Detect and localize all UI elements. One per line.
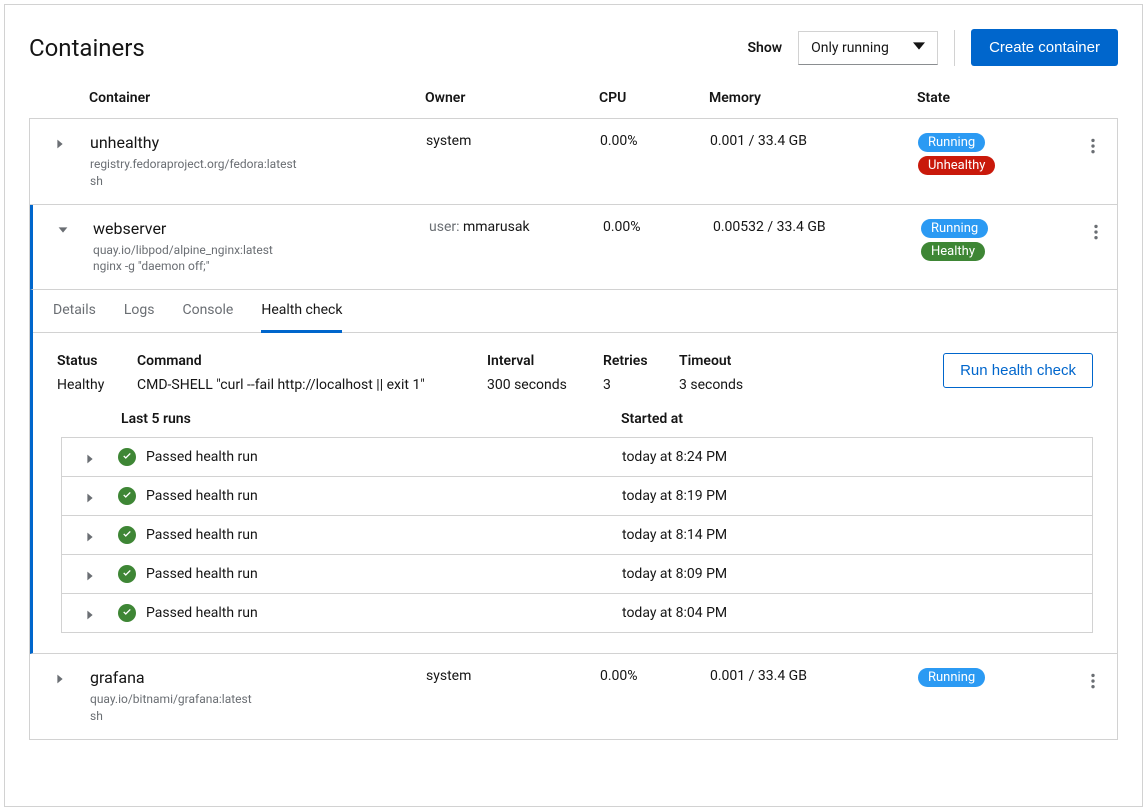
run-status-text: Passed health run [146, 527, 258, 543]
run-status-text: Passed health run [146, 605, 258, 621]
check-circle-icon [118, 526, 136, 544]
container-cpu: 0.00% [600, 133, 710, 149]
kebab-menu-icon[interactable] [1068, 668, 1118, 690]
runs-header-last5: Last 5 runs [121, 411, 621, 427]
run-time: today at 8:24 PM [622, 449, 1092, 465]
expand-toggle[interactable] [62, 526, 118, 544]
run-status-text: Passed health run [146, 488, 258, 504]
tab-console[interactable]: Console [182, 302, 233, 332]
expand-toggle[interactable] [30, 668, 90, 686]
run-time: today at 8:09 PM [622, 566, 1092, 582]
table-header: Container Owner CPU Memory State [29, 90, 1118, 118]
check-circle-icon [118, 448, 136, 466]
health-run-row: Passed health run today at 8:24 PM [62, 438, 1092, 477]
container-cpu: 0.00% [600, 668, 710, 684]
status-badge: Running [918, 668, 985, 687]
kebab-menu-icon[interactable] [1068, 133, 1118, 155]
health-run-row: Passed health run today at 8:14 PM [62, 516, 1092, 555]
runs-header-started: Started at [621, 411, 1093, 427]
page-title: Containers [29, 34, 145, 62]
hc-label-interval: Interval [487, 353, 603, 369]
hc-value-timeout: 3 seconds [679, 377, 799, 393]
table-row: grafana quay.io/bitnami/grafana:latest s… [30, 654, 1117, 739]
collapse-toggle[interactable] [33, 219, 93, 237]
container-command: nginx -g "daemon off;" [93, 258, 429, 275]
container-image: registry.fedoraproject.org/fedora:latest [90, 156, 426, 173]
container-state: Running Unhealthy [918, 133, 1068, 179]
container-name[interactable]: unhealthy [90, 133, 426, 152]
kebab-menu-icon[interactable] [1071, 219, 1121, 241]
col-owner: Owner [425, 90, 599, 106]
expand-toggle[interactable] [62, 565, 118, 583]
hc-value-retries: 3 [603, 377, 679, 393]
hc-label-retries: Retries [603, 353, 679, 369]
tab-healthcheck[interactable]: Health check [261, 302, 342, 333]
hc-label-command: Command [137, 353, 487, 369]
container-memory: 0.001 / 33.4 GB [710, 668, 918, 684]
container-cpu: 0.00% [603, 219, 713, 235]
container-owner: system [426, 668, 600, 684]
container-memory: 0.001 / 33.4 GB [710, 133, 918, 149]
container-owner: user: mmarusak [429, 219, 603, 235]
container-image: quay.io/libpod/alpine_nginx:latest [93, 242, 429, 259]
container-name[interactable]: webserver [93, 219, 429, 238]
col-cpu: CPU [599, 90, 709, 106]
tab-logs[interactable]: Logs [124, 302, 155, 332]
run-time: today at 8:19 PM [622, 488, 1092, 504]
check-circle-icon [118, 487, 136, 505]
check-circle-icon [118, 604, 136, 622]
col-container: Container [89, 90, 425, 106]
expand-toggle[interactable] [62, 448, 118, 466]
hc-label-status: Status [57, 353, 137, 369]
health-run-row: Passed health run today at 8:09 PM [62, 555, 1092, 594]
show-label: Show [747, 40, 782, 56]
status-badge: Healthy [921, 242, 985, 261]
table-row: unhealthy registry.fedoraproject.org/fed… [30, 119, 1117, 205]
container-state: Running [918, 668, 1068, 691]
run-time: today at 8:14 PM [622, 527, 1092, 543]
status-badge: Unhealthy [918, 156, 995, 175]
run-status-text: Passed health run [146, 566, 258, 582]
run-health-check-button[interactable]: Run health check [943, 353, 1093, 388]
col-memory: Memory [709, 90, 917, 106]
hc-value-status: Healthy [57, 377, 137, 393]
run-time: today at 8:04 PM [622, 605, 1092, 621]
expanded-panel: Details Logs Console Health check StatusComm… [30, 290, 1117, 654]
tab-details[interactable]: Details [53, 302, 96, 332]
run-status-text: Passed health run [146, 449, 258, 465]
col-state: State [917, 90, 1067, 106]
expand-toggle[interactable] [62, 604, 118, 622]
status-badge: Running [918, 133, 985, 152]
filter-value: Only running [811, 40, 889, 56]
container-owner: system [426, 133, 600, 149]
container-command: sh [90, 708, 426, 725]
container-name[interactable]: grafana [90, 668, 426, 687]
caret-down-icon [913, 40, 925, 56]
expand-toggle[interactable] [62, 487, 118, 505]
container-image: quay.io/bitnami/grafana:latest [90, 691, 426, 708]
container-command: sh [90, 173, 426, 190]
hc-label-timeout: Timeout [679, 353, 799, 369]
container-memory: 0.00532 / 33.4 GB [713, 219, 921, 235]
hc-value-command: CMD-SHELL "curl --fail http://localhost … [137, 377, 487, 393]
expand-toggle[interactable] [30, 133, 90, 151]
table-row: webserver quay.io/libpod/alpine_nginx:la… [30, 205, 1117, 291]
hc-value-interval: 300 seconds [487, 377, 603, 393]
health-run-row: Passed health run today at 8:19 PM [62, 477, 1092, 516]
divider [954, 30, 955, 66]
container-state: Running Healthy [921, 219, 1071, 265]
status-badge: Running [921, 219, 988, 238]
filter-dropdown[interactable]: Only running [798, 31, 938, 65]
create-container-button[interactable]: Create container [971, 29, 1118, 66]
check-circle-icon [118, 565, 136, 583]
health-run-row: Passed health run today at 8:04 PM [62, 594, 1092, 632]
